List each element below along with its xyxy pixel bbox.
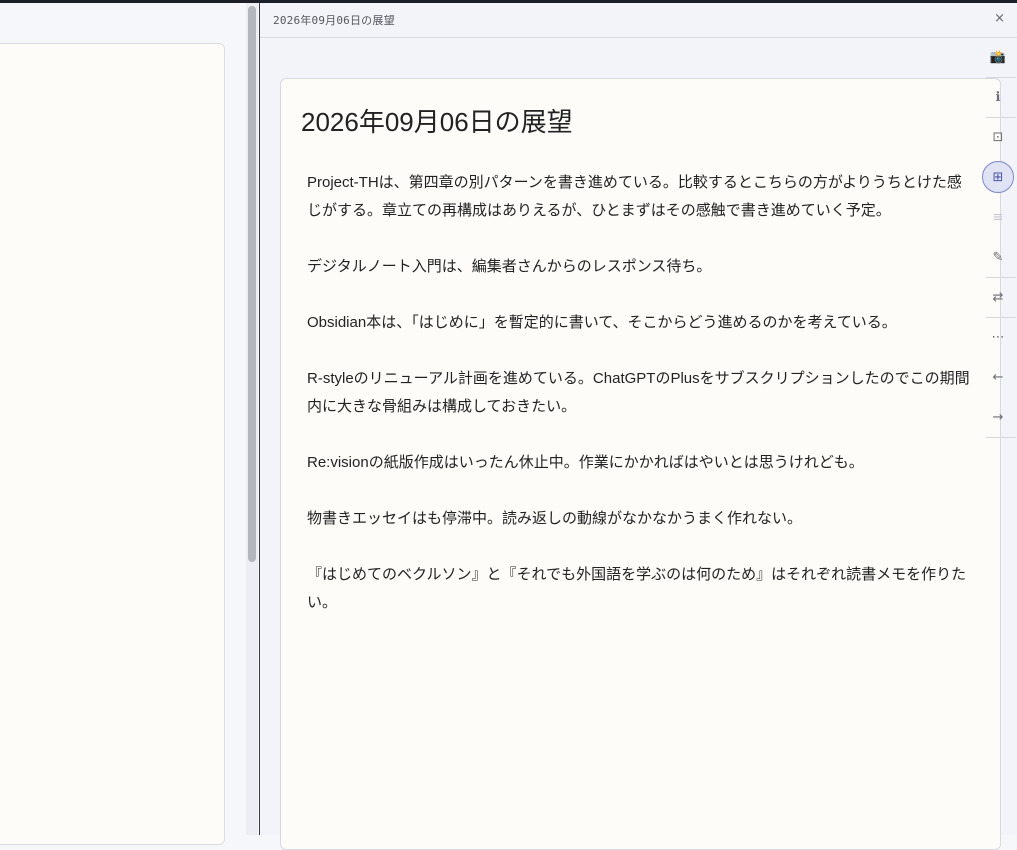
grid-icon[interactable]: ⊞ bbox=[982, 161, 1014, 193]
document-body[interactable]: Project-THは、第四章の別パターンを書き進めている。比較するとこちらの方… bbox=[307, 169, 975, 645]
paragraph: デジタルノート入門は、編集者さんからのレスポンス待ち。 bbox=[307, 258, 712, 275]
left-scrollbar-thumb[interactable] bbox=[248, 6, 256, 562]
list-icon[interactable]: ≡ bbox=[982, 201, 1014, 233]
paragraph: R-styleのリニューアル計画を進めている。ChatGPTのPlusをサブスク… bbox=[307, 370, 970, 415]
more-icon[interactable]: ⋯ bbox=[982, 321, 1014, 353]
pane-header: 2026年09月06日の展望 × bbox=[260, 3, 1017, 38]
paragraph: Re:visionの紙版作成はいったん休止中。作業にかかればはやいとは思うけれど… bbox=[307, 454, 864, 471]
close-icon[interactable]: × bbox=[994, 12, 1005, 25]
camera-icon[interactable]: 📸 bbox=[982, 41, 1016, 78]
right-pane: 2026年09月06日の展望 × 2026年09月06日の展望 Project-… bbox=[260, 3, 1017, 850]
arrow-right-icon[interactable]: → bbox=[982, 401, 1016, 438]
arrow-left-icon[interactable]: ← bbox=[982, 361, 1014, 393]
left-pane bbox=[0, 3, 246, 845]
paragraph: 物書きエッセイはも停滞中。読み返しの動線がなかなかうまく作れない。 bbox=[307, 510, 803, 527]
pencil-icon[interactable]: ✎ bbox=[982, 241, 1016, 278]
swap-icon[interactable]: ⇄ bbox=[982, 281, 1016, 318]
paragraph: Obsidian本は、「はじめに」を暫定的に書いて、そこからどう進めるのかを考え… bbox=[307, 314, 897, 331]
frame-icon[interactable]: ⊡ bbox=[982, 121, 1014, 153]
document-title: 2026年09月06日の展望 bbox=[301, 107, 573, 137]
left-card bbox=[0, 43, 225, 845]
paragraph: 『はじめてのベクルソン』と『それでも外国語を学ぶのは何のため』はそれぞれ読書メモ… bbox=[307, 566, 967, 611]
document-card: 2026年09月06日の展望 Project-THは、第四章の別パターンを書き進… bbox=[280, 78, 1001, 850]
pane-title: 2026年09月06日の展望 bbox=[273, 14, 395, 27]
paragraph: Project-THは、第四章の別パターンを書き進めている。比較するとこちらの方… bbox=[307, 174, 962, 219]
side-toolbar: 📸 ℹ ⊡ ⊞ ≡ ✎ ⇄ ⋯ ← → bbox=[980, 41, 1017, 441]
info-icon[interactable]: ℹ bbox=[982, 81, 1016, 118]
